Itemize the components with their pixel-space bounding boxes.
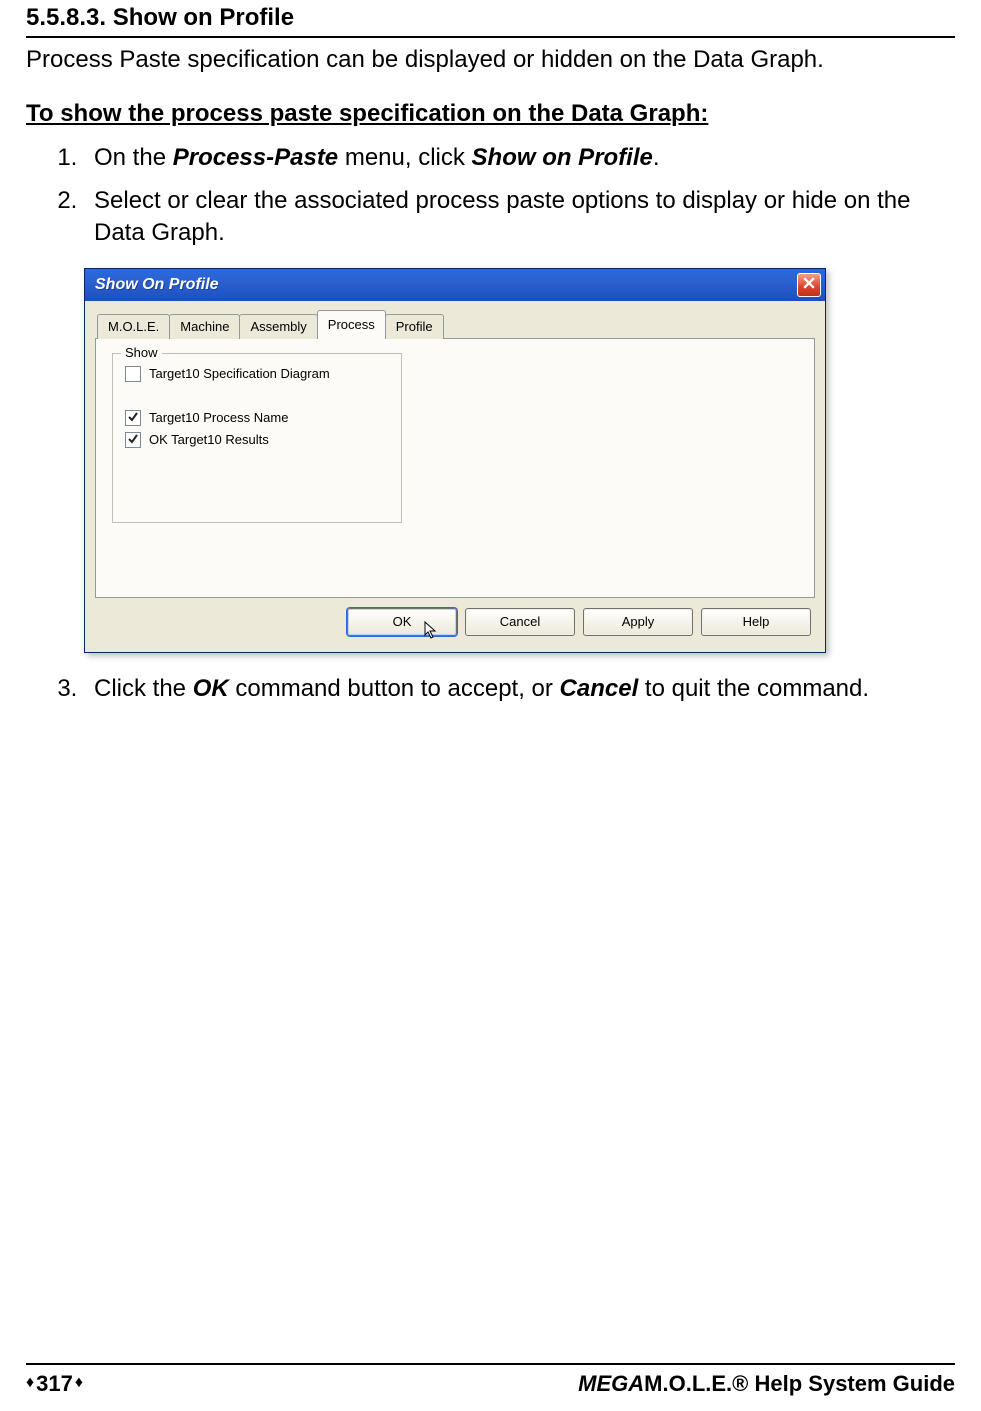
section-heading: 5.5.8.3. Show on Profile: [26, 4, 955, 32]
checkbox-ok-results[interactable]: [125, 432, 141, 448]
checkmark-icon: [128, 432, 138, 447]
option-spec-diagram[interactable]: Target10 Specification Diagram: [125, 366, 389, 382]
tab-process[interactable]: Process: [317, 310, 386, 339]
menu-action: Show on Profile: [472, 144, 653, 171]
show-groupbox: Show Target10 Specification Diagram: [112, 353, 402, 523]
apply-button[interactable]: Apply: [583, 608, 693, 636]
footer-title: MEGAM.O.L.E.® Help System Guide: [578, 1371, 955, 1397]
tab-strip: M.O.L.E. Machine Assembly Process Profil…: [97, 309, 815, 338]
step-1: On the Process-Paste menu, click Show on…: [84, 142, 955, 174]
tab-machine[interactable]: Machine: [169, 314, 240, 339]
section-title: Show on Profile: [113, 4, 294, 31]
section-number: 5.5.8.3.: [26, 4, 106, 31]
show-on-profile-dialog: Show On Profile M.O.L.E. Machine Assembl…: [84, 268, 826, 653]
page-footer: ♦ 317 ♦ MEGAM.O.L.E.® Help System Guide: [26, 1363, 955, 1397]
ok-ref: OK: [193, 675, 229, 702]
step-3: Click the OK command button to accept, o…: [84, 673, 955, 705]
dialog-title: Show On Profile: [95, 276, 219, 294]
close-icon: [803, 277, 815, 292]
checkbox-process-name[interactable]: [125, 410, 141, 426]
option-process-name[interactable]: Target10 Process Name: [125, 410, 389, 426]
procedure-heading: To show the process paste specification …: [26, 100, 955, 128]
option-ok-results[interactable]: OK Target10 Results: [125, 432, 389, 448]
option-label: Target10 Process Name: [149, 410, 288, 425]
menu-name: Process-Paste: [173, 144, 338, 171]
checkbox-spec-diagram[interactable]: [125, 366, 141, 382]
cursor-icon: [424, 621, 438, 641]
ok-button[interactable]: OK: [347, 608, 457, 636]
option-label: Target10 Specification Diagram: [149, 366, 330, 381]
dialog-titlebar[interactable]: Show On Profile: [85, 269, 825, 301]
tab-panel-process: Show Target10 Specification Diagram: [95, 338, 815, 598]
checkmark-icon: [128, 410, 138, 425]
page-number: ♦ 317 ♦: [26, 1371, 83, 1397]
intro-text: Process Paste specification can be displ…: [26, 44, 955, 76]
cancel-ref: Cancel: [560, 675, 639, 702]
close-button[interactable]: [797, 273, 821, 297]
diamond-icon: ♦: [75, 1375, 83, 1391]
diamond-icon: ♦: [26, 1375, 34, 1391]
option-label: OK Target10 Results: [149, 432, 269, 447]
help-button[interactable]: Help: [701, 608, 811, 636]
tab-mole[interactable]: M.O.L.E.: [97, 314, 170, 339]
groupbox-label: Show: [121, 345, 162, 360]
procedure-list: On the Process-Paste menu, click Show on…: [26, 142, 955, 249]
cancel-button[interactable]: Cancel: [465, 608, 575, 636]
dialog-button-row: OK Cancel Apply Help: [95, 598, 815, 646]
heading-rule: [26, 36, 955, 38]
tab-profile[interactable]: Profile: [385, 314, 444, 339]
tab-assembly[interactable]: Assembly: [239, 314, 317, 339]
procedure-list-cont: Click the OK command button to accept, o…: [26, 673, 955, 705]
step-2: Select or clear the associated process p…: [84, 185, 955, 250]
